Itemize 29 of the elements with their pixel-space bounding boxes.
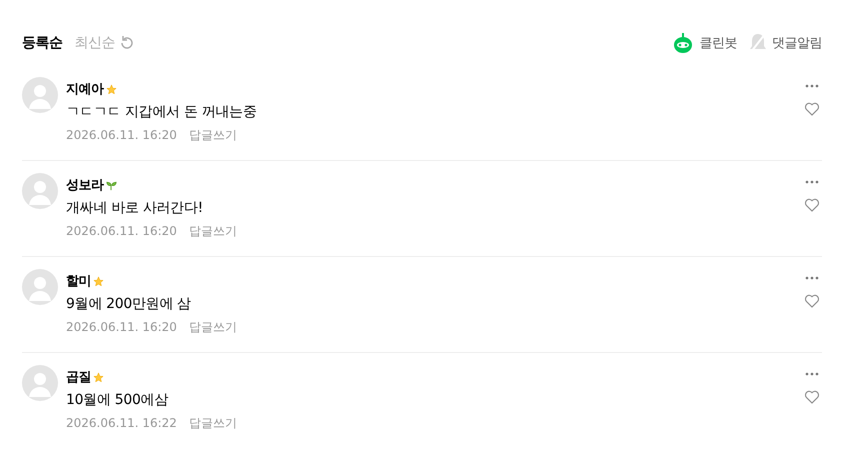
reply-link[interactable]: 답글쓰기 [188, 315, 237, 339]
reply-link[interactable]: 답글쓰기 [188, 411, 237, 435]
avatar [22, 365, 58, 401]
reply-link[interactable]: 답글쓰기 [188, 219, 237, 243]
heart-icon[interactable] [804, 293, 820, 309]
comment-date: 2026.06.11. 16:20 [66, 223, 177, 240]
refresh-icon [119, 35, 135, 51]
reply-link[interactable]: 답글쓰기 [188, 123, 237, 147]
comment-text: 9월에 200만원에 삼 [66, 295, 192, 314]
comment-date: 2026.06.11. 16:22 [66, 415, 177, 432]
comment-text: ㄱㄷㄱㄷ 지갑에서 돈 꺼내는중 [66, 103, 258, 122]
comment-date: 2026.06.11. 16:20 [66, 127, 177, 144]
author-name: 성보라 [66, 177, 104, 194]
heart-icon[interactable] [804, 389, 820, 405]
toggle-button[interactable]: 댓글알림 [749, 33, 822, 53]
author-name: 할미 [66, 273, 91, 290]
comment-date: 2026.06.11. 16:20 [66, 319, 177, 336]
avatar [22, 77, 58, 113]
author-name: 곱질 [66, 369, 91, 386]
comment-text: 개싸네 바로 사러간다! [66, 199, 204, 218]
author-name: 지예아 [66, 81, 104, 98]
heart-icon[interactable] [804, 197, 820, 213]
avatar [22, 173, 58, 209]
avatar [22, 269, 58, 305]
sort-tab[interactable]: 등록순 [22, 34, 62, 52]
sort-tab[interactable]: 최신순 [74, 34, 135, 52]
comment-text: 10월에 500에삼 [66, 391, 170, 410]
heart-icon[interactable] [804, 101, 820, 117]
toggle-button[interactable]: 클린봇 [670, 32, 737, 54]
